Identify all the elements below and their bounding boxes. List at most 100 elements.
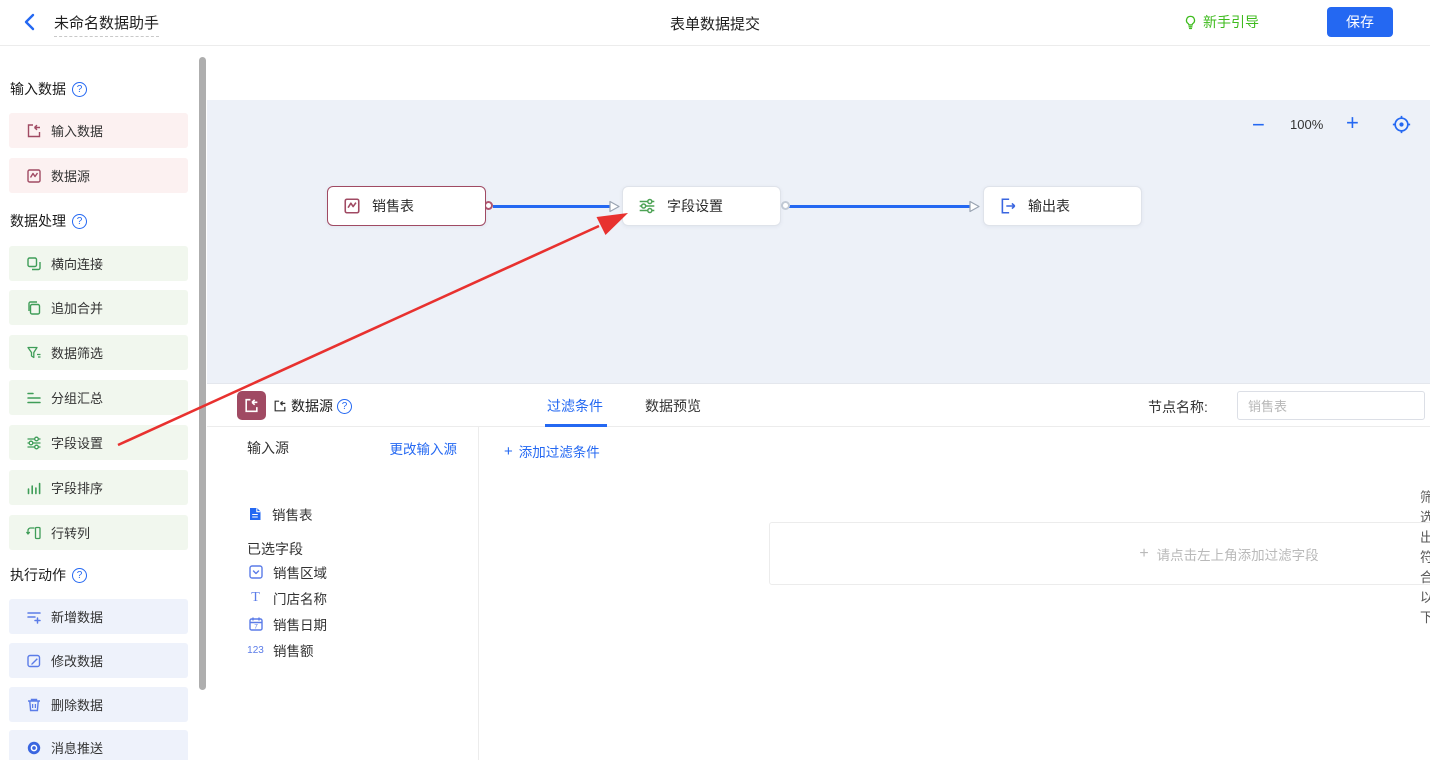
edge-sales-to-fields	[493, 205, 610, 208]
node-sales-table[interactable]: 销售表	[327, 186, 486, 226]
add-filter-label: 添加过滤条件	[519, 441, 600, 461]
data-source-badge-icon	[237, 391, 266, 420]
sidebar-item-label: 输入数据	[51, 121, 103, 140]
help-icon[interactable]: ?	[72, 82, 87, 97]
sidebar-item-horizontal-join[interactable]: 横向连接	[9, 246, 188, 281]
zoom-level: 100%	[1290, 117, 1323, 132]
canvas-toolbar: 助手触发条件 + 添加模拟数据 执行动作顺序 开启中	[207, 46, 1430, 100]
sidebar-item-label: 数据源	[51, 166, 90, 185]
field-row-sales-region: 销售区域	[247, 562, 327, 582]
sidebar-item-append-merge[interactable]: 追加合并	[9, 290, 188, 325]
sidebar-item-label: 横向连接	[51, 254, 103, 273]
top-header: 未命名数据助手 表单数据提交 新手引导 保存	[0, 0, 1430, 46]
import-box-icon	[273, 399, 287, 413]
tab-filter-conditions[interactable]: 过滤条件	[547, 396, 603, 416]
edge-fields-to-output	[789, 205, 970, 208]
empty-filter-placeholder: + 请点击左上角添加过滤字段	[769, 522, 1430, 585]
input-source-column: 输入源 更改输入源 销售表 已选字段 销售区域 T 门店名称	[207, 427, 478, 760]
zoom-out-icon[interactable]: −	[1252, 112, 1265, 138]
sidebar-item-modify-data[interactable]: 修改数据	[9, 643, 188, 678]
sliders-icon	[637, 197, 656, 216]
page-title: 表单数据提交	[670, 13, 760, 34]
sliders-icon	[25, 434, 42, 451]
select-field-icon	[247, 564, 264, 581]
beginner-guide-button[interactable]: 新手引导	[1183, 12, 1259, 32]
left-sidebar: 输入数据 ? 输入数据 数据源 数据处理 ? 横向连接	[0, 46, 207, 760]
export-box-icon	[998, 197, 1017, 216]
node-label: 字段设置	[667, 196, 723, 216]
sidebar-item-delete-data[interactable]: 删除数据	[9, 687, 188, 722]
selected-fields-label: 已选字段	[247, 539, 303, 559]
import-box-icon	[25, 122, 42, 139]
input-source-row: 输入源 更改输入源	[247, 438, 457, 458]
funnel-icon	[25, 344, 42, 361]
section-title-text: 输入数据	[10, 79, 66, 99]
field-name: 销售日期	[273, 614, 327, 634]
sidebar-item-label: 消息推送	[51, 738, 103, 757]
source-file-name: 销售表	[272, 504, 313, 524]
number-field-icon: 123	[247, 642, 264, 659]
sidebar-item-data-filter[interactable]: 数据筛选	[9, 335, 188, 370]
text-field-icon: T	[247, 590, 264, 607]
calendar-field-icon: 7	[247, 616, 264, 633]
sidebar-item-field-settings[interactable]: 字段设置	[9, 425, 188, 460]
ascending-bars-icon	[25, 479, 42, 496]
sidebar-item-data-source[interactable]: 数据源	[9, 158, 188, 193]
plus-icon: +	[1139, 545, 1148, 563]
message-push-icon	[25, 739, 42, 756]
output-port[interactable]	[781, 201, 790, 210]
help-icon[interactable]: ?	[337, 399, 352, 414]
add-filter-condition-link[interactable]: + 添加过滤条件	[504, 441, 600, 461]
edge-arrowhead-icon	[968, 200, 981, 213]
empty-filter-hint: 请点击左上角添加过滤字段	[1157, 544, 1319, 564]
zoom-in-icon[interactable]: +	[1346, 110, 1359, 136]
svg-text:7: 7	[254, 624, 258, 631]
list-lines-icon	[25, 389, 42, 406]
app-window: 未命名数据助手 表单数据提交 新手引导 保存 输入数据 ? 输入数据 数据源	[0, 0, 1430, 760]
field-row-store-name: T 门店名称	[247, 588, 327, 608]
trash-icon	[25, 696, 42, 713]
overlap-squares-icon	[25, 255, 42, 272]
sidebar-item-group-summary[interactable]: 分组汇总	[9, 380, 188, 415]
section-title-text: 数据处理	[10, 211, 66, 231]
node-output-table[interactable]: 输出表	[983, 186, 1142, 226]
plus-icon: +	[504, 443, 513, 460]
flow-canvas[interactable]	[207, 100, 1430, 383]
node-name-label: 节点名称:	[1148, 397, 1208, 417]
change-input-source-link[interactable]: 更改输入源	[390, 438, 458, 458]
beginner-guide-label: 新手引导	[1203, 12, 1259, 32]
sidebar-item-input-data[interactable]: 输入数据	[9, 113, 188, 148]
source-file-row: 销售表	[247, 504, 313, 524]
section-title-text: 执行动作	[10, 565, 66, 585]
sidebar-item-label: 字段设置	[51, 433, 103, 452]
tab-data-preview[interactable]: 数据预览	[645, 396, 701, 416]
field-row-sales-date: 7 销售日期	[247, 614, 327, 634]
sidebar-scrollbar[interactable]	[199, 57, 206, 690]
sidebar-item-label: 分组汇总	[51, 388, 103, 407]
help-icon[interactable]: ?	[72, 214, 87, 229]
document-title[interactable]: 未命名数据助手	[54, 12, 159, 37]
edit-pencil-icon	[25, 652, 42, 669]
sidebar-item-add-data[interactable]: 新增数据	[9, 599, 188, 634]
help-icon[interactable]: ?	[72, 568, 87, 583]
fit-view-icon[interactable]	[1392, 115, 1411, 134]
sidebar-item-message-push[interactable]: 消息推送	[9, 730, 188, 760]
node-label: 输出表	[1028, 196, 1070, 216]
sidebar-item-label: 行转列	[51, 523, 90, 542]
lightbulb-icon	[1183, 15, 1198, 30]
data-source-icon	[342, 197, 361, 216]
node-name-input[interactable]	[1237, 391, 1425, 420]
sidebar-item-field-sort[interactable]: 字段排序	[9, 470, 188, 505]
panel-source-title: 数据源 ?	[273, 396, 352, 416]
back-icon[interactable]	[20, 12, 40, 32]
node-field-settings[interactable]: 字段设置	[622, 186, 781, 226]
sidebar-item-row-to-column[interactable]: 行转列	[9, 515, 188, 550]
field-name: 门店名称	[273, 588, 327, 608]
input-source-label: 输入源	[247, 438, 289, 458]
sidebar-item-label: 新增数据	[51, 607, 103, 626]
copy-icon	[25, 299, 42, 316]
list-plus-icon	[25, 608, 42, 625]
save-button[interactable]: 保存	[1327, 7, 1393, 37]
sidebar-item-label: 删除数据	[51, 695, 103, 714]
sidebar-item-label: 修改数据	[51, 651, 103, 670]
